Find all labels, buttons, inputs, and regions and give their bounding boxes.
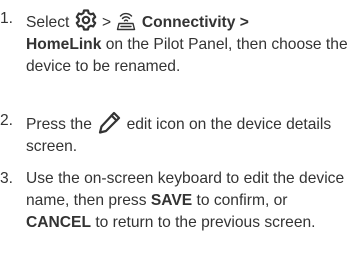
gear-settings-icon bbox=[74, 8, 98, 32]
pencil-edit-icon bbox=[96, 110, 122, 134]
connectivity-path: Connectivity > bbox=[141, 14, 249, 31]
instruction-steps: 1. Select > Connectivity > HomeLink on t… bbox=[0, 0, 359, 278]
connectivity-waves-icon bbox=[115, 10, 137, 32]
step-text: Use the on-screen keyboard to edit the d… bbox=[26, 168, 354, 234]
step-text-pre: Select bbox=[26, 14, 70, 31]
step-text-pre: Press the bbox=[26, 116, 92, 133]
step-separator: > bbox=[102, 14, 112, 31]
step-text-mid: to confirm, or bbox=[196, 192, 288, 209]
step-number: 1. bbox=[0, 10, 14, 27]
step-number: 3. bbox=[0, 170, 14, 187]
step-text: Press the edit icon on the device detail… bbox=[26, 110, 354, 158]
homelink-path: HomeLink bbox=[26, 36, 102, 53]
step-text-tail: to return to the previous screen. bbox=[95, 214, 316, 231]
step-number: 2. bbox=[0, 112, 14, 129]
cancel-label: CANCEL bbox=[26, 214, 91, 231]
step-text: Select > Connectivity > HomeLink on the … bbox=[26, 8, 354, 78]
save-label: SAVE bbox=[150, 192, 193, 209]
